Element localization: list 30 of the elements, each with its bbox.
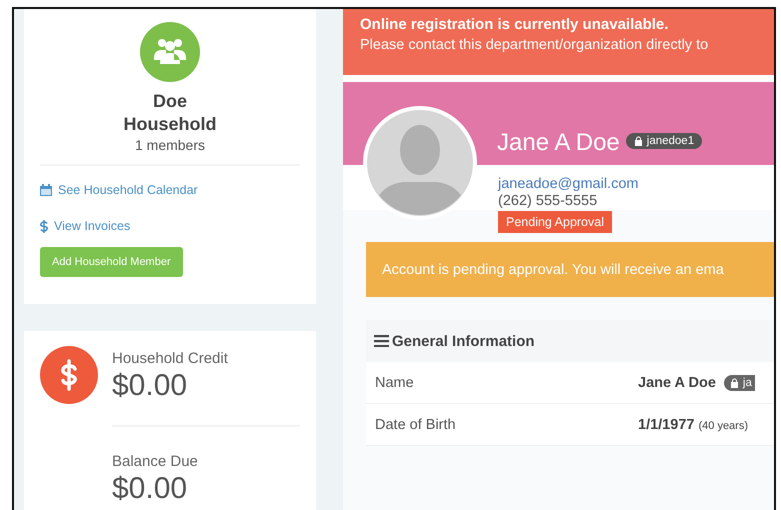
balance-label: Balance Due	[112, 453, 199, 470]
balance-amount: $0.00	[112, 472, 188, 506]
pending-alert: Account is pending approval. You will receive an ema	[366, 242, 774, 297]
member-count: 1 members	[134, 137, 206, 153]
invoices-link[interactable]: View Invoices	[40, 216, 130, 236]
username-badge: janedoe1	[626, 133, 702, 149]
lock-icon	[730, 378, 739, 388]
dollar-icon	[40, 346, 98, 404]
balance-label: Household Credit	[112, 350, 229, 367]
group-icon	[140, 22, 200, 82]
balance-amount: $0.00	[112, 369, 188, 403]
email-link[interactable]: janeadoe@gmail.com	[498, 176, 638, 192]
field-label: Name	[375, 374, 415, 390]
dollar-icon	[40, 220, 48, 232]
field-value: Jane A Doe	[638, 374, 716, 390]
banner-title: Online registration is currently unavailable.	[360, 16, 668, 33]
panel-title: General Information	[392, 332, 535, 350]
lock-icon	[634, 136, 643, 146]
household-name: Doe Household	[122, 90, 218, 136]
calendar-icon	[40, 184, 52, 196]
list-icon	[374, 335, 389, 347]
username-badge: ja	[724, 374, 755, 390]
phone-number: (262) 555-5555	[498, 193, 598, 209]
field-label: Date of Birth	[375, 416, 457, 432]
field-value: 1/1/1977 (40 years)	[638, 416, 748, 432]
banner-message: Please contact this department/organization directly to	[360, 37, 708, 53]
add-member-button[interactable]: Add Household Member	[40, 247, 183, 277]
profile-name: Jane A Doe	[497, 129, 620, 156]
status-badge: Pending Approval	[498, 211, 612, 233]
calendar-link[interactable]: See Household Calendar	[40, 180, 198, 200]
